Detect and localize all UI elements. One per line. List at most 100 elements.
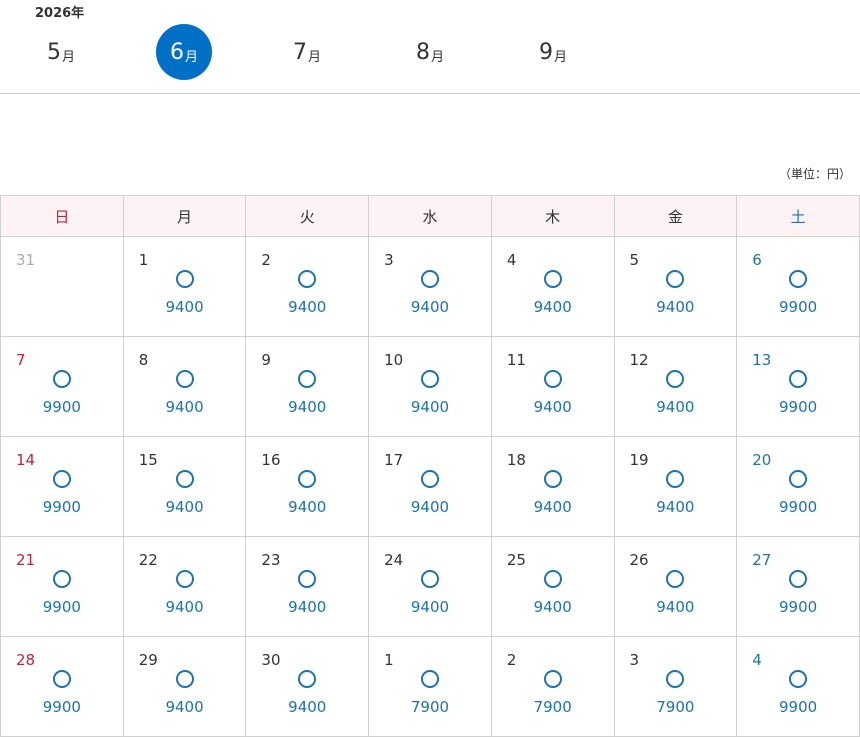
calendar-day-cell[interactable]: 4 9400 [490, 236, 615, 337]
calendar-day-cell[interactable]: 9 9400 [245, 336, 370, 437]
day-number: 7 [16, 351, 26, 369]
day-number: 1 [138, 251, 149, 269]
month-tab-6[interactable]: 6月 [156, 24, 212, 80]
availability-circle-icon [543, 370, 562, 388]
calendar-day-cell[interactable]: 13 9900 [736, 336, 860, 437]
calendar-day-cell[interactable]: 18 9400 [490, 436, 615, 537]
availability-circle-icon [420, 270, 439, 288]
calendar-day-cell[interactable]: 27 9900 [736, 536, 860, 637]
day-price: 9400 [410, 498, 450, 516]
day-number: 4 [752, 651, 762, 669]
calendar-day-cell[interactable]: 8 9400 [122, 336, 247, 437]
day-price: 9400 [288, 598, 327, 616]
availability-circle-icon [298, 470, 317, 488]
calendar-day-cell[interactable]: 20 9900 [736, 436, 860, 537]
calendar-day-cell[interactable]: 15 9400 [122, 436, 247, 537]
calendar-day-cell[interactable]: 2 7900 [490, 636, 615, 737]
day-number: 4 [506, 251, 517, 269]
availability-circle-icon [789, 370, 808, 388]
calendar-day-cell[interactable]: 12 9400 [613, 336, 738, 437]
day-number: 15 [138, 451, 158, 469]
calendar-day-cell[interactable]: 3 9400 [368, 236, 492, 337]
availability-circle-icon [420, 570, 439, 588]
day-number: 3 [384, 251, 394, 269]
day-price: 9900 [42, 598, 81, 616]
availability-circle-icon [420, 470, 439, 488]
day-number: 24 [384, 551, 404, 569]
calendar-day-cell[interactable]: 7 9900 [0, 336, 124, 437]
day-number: 10 [384, 351, 404, 369]
day-price: 9900 [779, 698, 818, 716]
availability-circle-icon [420, 670, 439, 688]
price-calendar: 日 月 火 水 木 金 土 31 1 9400 2 9400 3 9400 4 9400 5 940… [0, 195, 860, 737]
weekday-thu: 木 [490, 195, 615, 237]
calendar-day-cell[interactable]: 17 9400 [368, 436, 492, 537]
day-price: 9400 [656, 598, 695, 616]
month-number: 9 [538, 39, 553, 65]
day-price: 7900 [410, 698, 450, 716]
day-number: 27 [752, 551, 772, 569]
calendar-day-cell[interactable]: 25 9400 [490, 536, 615, 637]
day-number: 6 [752, 251, 762, 269]
calendar-day-cell[interactable]: 22 9400 [122, 536, 247, 637]
availability-circle-icon [543, 570, 562, 588]
day-price: 7900 [533, 698, 572, 716]
day-price: 9400 [533, 298, 572, 316]
month-unit: 月 [61, 49, 75, 65]
day-price: 9400 [533, 398, 572, 416]
availability-circle-icon [52, 570, 71, 588]
calendar-day-cell[interactable]: 11 9400 [490, 336, 615, 437]
calendar-week-row: 21 9900 22 9400 23 9400 24 9400 25 9400 26 9400 27 99… [0, 536, 860, 637]
day-price: 9900 [42, 698, 81, 716]
day-number: 23 [261, 551, 281, 569]
weekday-sat: 土 [736, 195, 860, 237]
day-price: 9400 [410, 598, 450, 616]
calendar-day-cell[interactable]: 1 9400 [122, 236, 247, 337]
header-divider [0, 93, 860, 94]
calendar-day-cell[interactable]: 1 7900 [368, 636, 492, 737]
availability-circle-icon [789, 470, 808, 488]
calendar-day-cell[interactable]: 14 9900 [0, 436, 124, 537]
day-price: 9400 [410, 398, 450, 416]
day-number: 3 [629, 651, 640, 669]
day-number: 16 [261, 451, 281, 469]
calendar-day-cell[interactable]: 28 9900 [0, 636, 124, 737]
month-tab-9[interactable]: 9月 [525, 24, 581, 80]
availability-circle-icon [666, 370, 685, 388]
month-tab-8[interactable]: 8月 [402, 24, 458, 80]
weekday-header-row: 日 月 火 水 木 金 土 [0, 195, 860, 237]
day-price: 9400 [288, 398, 327, 416]
calendar-day-cell[interactable]: 3 7900 [613, 636, 738, 737]
month-tab-5[interactable]: 5月 [33, 24, 89, 80]
calendar-day-cell[interactable]: 24 9400 [368, 536, 492, 637]
availability-circle-icon [52, 370, 71, 388]
day-number: 9 [261, 351, 271, 369]
calendar-day-cell[interactable]: 16 9400 [245, 436, 370, 537]
calendar-day-cell[interactable]: 5 9400 [613, 236, 738, 337]
month-tab-7[interactable]: 7月 [279, 24, 335, 80]
calendar-day-cell[interactable]: 19 9400 [613, 436, 738, 537]
calendar-day-cell[interactable]: 29 9400 [122, 636, 247, 737]
calendar-day-cell[interactable]: 21 9900 [0, 536, 124, 637]
month-unit: 月 [307, 49, 321, 65]
day-number: 17 [384, 451, 404, 469]
availability-circle-icon [543, 470, 562, 488]
day-price: 9900 [779, 398, 818, 416]
calendar-day-cell[interactable]: 4 9900 [736, 636, 860, 737]
availability-circle-icon [543, 270, 562, 288]
availability-circle-icon [543, 670, 562, 688]
calendar-day-cell[interactable]: 10 9400 [368, 336, 492, 437]
calendar-day-cell[interactable]: 6 9900 [736, 236, 860, 337]
calendar-day-cell[interactable]: 30 9400 [245, 636, 370, 737]
calendar-day-cell[interactable]: 23 9400 [245, 536, 370, 637]
calendar-day-cell[interactable]: 26 9400 [613, 536, 738, 637]
day-number: 18 [506, 451, 526, 469]
day-number: 2 [506, 651, 517, 669]
calendar-day-cell[interactable]: 2 9400 [245, 236, 370, 337]
day-number: 5 [629, 251, 640, 269]
day-price: 9400 [165, 298, 204, 316]
day-price: 9900 [779, 498, 818, 516]
day-price: 9400 [533, 498, 572, 516]
day-price: 9400 [656, 298, 695, 316]
month-number: 7 [292, 39, 307, 65]
